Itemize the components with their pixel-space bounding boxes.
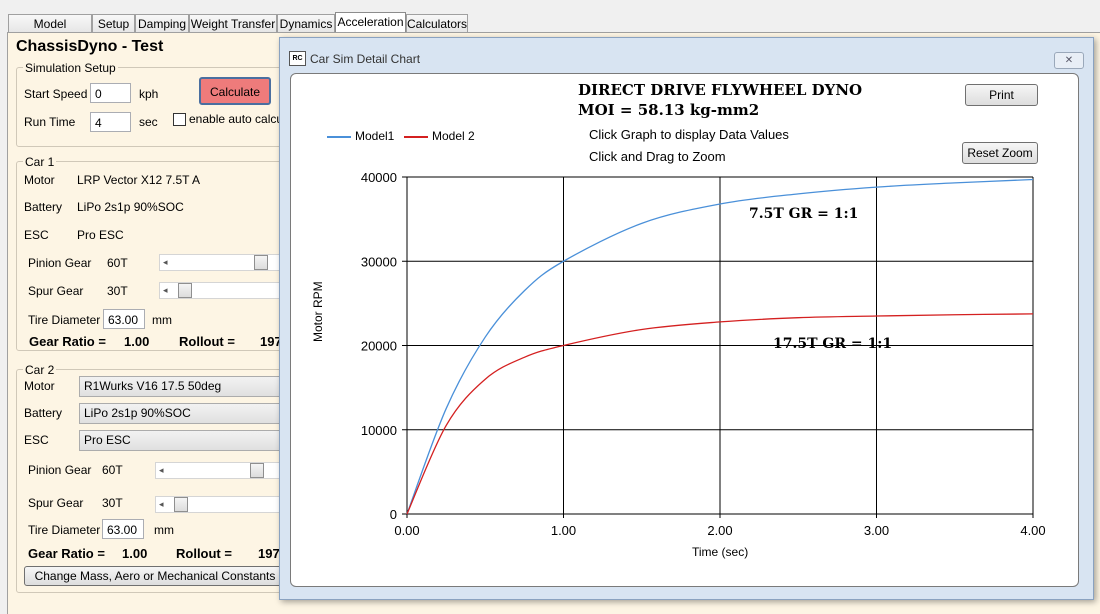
chart-window: RC Car Sim Detail Chart ✕ DIRECT DRIVE F… <box>279 37 1094 600</box>
car2-battery-label: Battery <box>24 406 63 420</box>
annotation-17-5t: 17.5T GR = 1:1 <box>773 336 893 352</box>
slider-thumb[interactable] <box>174 497 188 512</box>
car2-spur-slider[interactable]: ◂ <box>155 496 281 513</box>
car2-spur-value: 30T <box>102 496 123 510</box>
car1-battery-label: Battery <box>24 200 63 214</box>
y-tick-label: 10000 <box>361 423 397 438</box>
car1-esc-value: Pro ESC <box>77 228 124 242</box>
car2-pinion-label: Pinion Gear <box>28 463 92 477</box>
car2-motor-label: Motor <box>24 379 55 393</box>
tab-damping[interactable]: Damping <box>135 14 189 32</box>
chart-window-titlebar[interactable]: RC Car Sim Detail Chart ✕ <box>280 38 1093 76</box>
car2-motor-select[interactable]: R1Wurks V16 17.5 50deg <box>79 376 284 397</box>
car2-rollout-label: Rollout = <box>176 546 232 561</box>
slider-left-arrow-icon: ◂ <box>159 499 164 509</box>
car2-pinion-value: 60T <box>102 463 123 477</box>
car1-tire-unit: mm <box>152 313 172 327</box>
y-tick-label: 20000 <box>361 339 397 354</box>
annotation-7-5t: 7.5T GR = 1:1 <box>749 206 859 222</box>
slider-left-arrow-icon: ◂ <box>163 285 168 295</box>
start-speed-label: Start Speed <box>24 87 88 101</box>
car1-motor-value: LRP Vector X12 7.5T A <box>77 173 200 187</box>
car2-gear-ratio-value: 1.00 <box>122 546 148 561</box>
car1-spur-value: 30T <box>107 284 128 298</box>
car2-gear-ratio-label: Gear Ratio = <box>28 546 105 561</box>
change-constants-button[interactable]: Change Mass, Aero or Mechanical Constant… <box>24 566 286 586</box>
app-logo-icon: RC <box>289 51 306 66</box>
tab-bar: Model Manager Setup Damping Weight Trans… <box>0 0 1100 49</box>
car1-gear-ratio-label: Gear Ratio = <box>29 334 106 349</box>
x-tick-label: 2.00 <box>707 523 732 538</box>
y-tick-label: 30000 <box>361 254 397 269</box>
car2-tire-label: Tire Diameter <box>28 523 101 537</box>
simulation-setup-label: Simulation Setup <box>23 61 118 75</box>
slider-thumb[interactable] <box>254 255 268 270</box>
car2-esc-label: ESC <box>24 433 49 447</box>
x-tick-label: 0.00 <box>394 523 419 538</box>
auto-calc-label: enable auto calcula <box>189 112 293 126</box>
slider-thumb[interactable] <box>178 283 192 298</box>
run-time-input[interactable]: 4 <box>90 112 131 132</box>
car1-pinion-slider[interactable]: ◂ <box>159 254 289 271</box>
car1-spur-slider[interactable]: ◂ <box>159 282 289 299</box>
car1-pinion-value: 60T <box>107 256 128 270</box>
car2-pinion-slider[interactable]: ◂ <box>155 462 281 479</box>
y-tick-label: 0 <box>390 507 397 522</box>
slider-left-arrow-icon: ◂ <box>159 465 164 475</box>
close-icon[interactable]: ✕ <box>1054 52 1084 69</box>
rpm-chart[interactable]: 0.00 1.00 2.00 3.00 4.00 0 10000 20000 30000 4000… <box>291 74 1078 586</box>
car1-motor-label: Motor <box>24 173 55 187</box>
car1-pinion-label: Pinion Gear <box>28 256 92 270</box>
calculate-button[interactable]: Calculate <box>199 77 271 105</box>
car1-spur-label: Spur Gear <box>28 284 84 298</box>
car1-battery-value: LiPo 2s1p 90%SOC <box>77 200 184 214</box>
start-speed-input[interactable]: 0 <box>90 83 131 103</box>
car2-esc-select[interactable]: Pro ESC <box>79 430 284 451</box>
car1-rollout-label: Rollout = <box>179 334 235 349</box>
car1-tire-input[interactable]: 63.00 <box>103 309 145 329</box>
car2-tire-unit: mm <box>154 523 174 537</box>
car1-label: Car 1 <box>23 155 57 169</box>
x-tick-label: 1.00 <box>551 523 576 538</box>
run-time-label: Run Time <box>24 115 76 129</box>
x-tick-label: 4.00 <box>1020 523 1045 538</box>
tab-dynamics[interactable]: Dynamics <box>277 14 335 32</box>
car2-spur-label: Spur Gear <box>28 496 84 510</box>
y-axis-label: Motor RPM <box>311 281 325 342</box>
tab-setup[interactable]: Setup <box>92 14 135 32</box>
chart-window-title: Car Sim Detail Chart <box>310 52 421 66</box>
x-axis-label: Time (sec) <box>692 545 749 559</box>
slider-thumb[interactable] <box>250 463 264 478</box>
tab-model-manager[interactable]: Model Manager <box>8 14 92 49</box>
tab-calculators[interactable]: Calculators <box>406 14 468 32</box>
tab-weight-transfer[interactable]: Weight Transfer <box>189 14 277 32</box>
auto-calc-checkbox[interactable] <box>173 113 186 126</box>
tab-acceleration[interactable]: Acceleration <box>335 12 406 33</box>
car1-tire-label: Tire Diameter <box>28 313 101 327</box>
start-speed-unit: kph <box>139 87 159 101</box>
car1-esc-label: ESC <box>24 228 49 242</box>
car1-gear-ratio-value: 1.00 <box>124 334 150 349</box>
page-title: ChassisDyno - Test <box>16 38 164 55</box>
car2-label: Car 2 <box>23 363 57 377</box>
car2-tire-input[interactable]: 63.00 <box>102 519 144 539</box>
car2-rollout-value: 197 <box>258 546 280 561</box>
car2-battery-select[interactable]: LiPo 2s1p 90%SOC <box>79 403 284 424</box>
slider-left-arrow-icon: ◂ <box>163 257 168 267</box>
chart-area[interactable]: DIRECT DRIVE FLYWHEEL DYNO MOI = 58.13 k… <box>290 73 1079 587</box>
y-tick-label: 40000 <box>361 170 397 185</box>
x-tick-label: 3.00 <box>864 523 889 538</box>
run-time-unit: sec <box>139 115 158 129</box>
